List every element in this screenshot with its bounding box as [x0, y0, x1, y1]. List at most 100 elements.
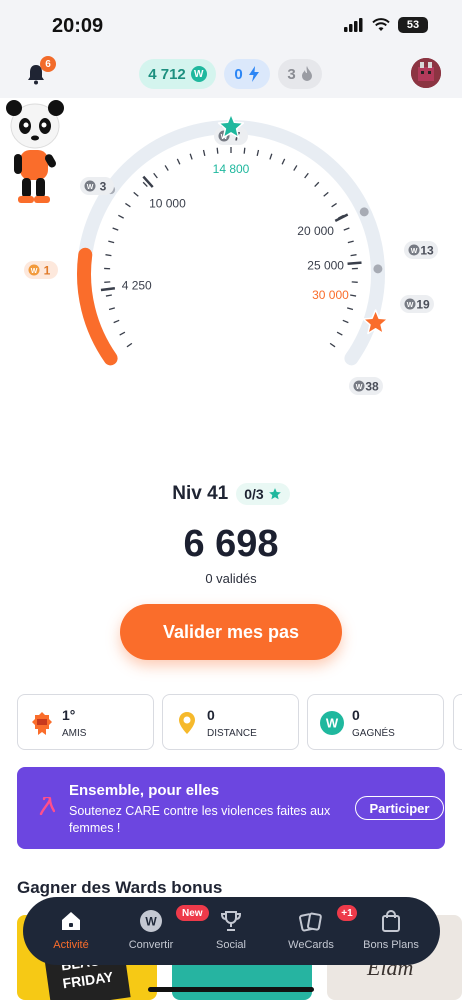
- gauge-tick: [342, 319, 349, 324]
- gauge-tick: [331, 202, 337, 208]
- wifi-icon: [372, 18, 390, 31]
- gauge-major-tick: [334, 213, 349, 222]
- gauge-tick: [336, 331, 343, 336]
- stat-card-more[interactable]: [453, 694, 462, 750]
- lightning-icon: [248, 66, 259, 82]
- avatar-icon: [411, 58, 441, 88]
- profile-avatar[interactable]: [411, 58, 441, 88]
- stat-value: 0: [352, 707, 360, 723]
- gauge-tick: [108, 307, 116, 311]
- banner-text: Soutenez CARE contre les violences faite…: [69, 804, 331, 835]
- streak-count: 3: [287, 65, 296, 83]
- gauge-goal-label: 14 800: [213, 162, 250, 176]
- gauge-tick: [176, 158, 181, 165]
- plus-one-badge: +1: [337, 905, 357, 921]
- gauge-tick: [108, 240, 115, 244]
- star-icon: [268, 488, 281, 500]
- level-stars-count: 0/3: [244, 486, 264, 502]
- cards-icon: [299, 912, 322, 932]
- gauge-reward-dot: [359, 207, 369, 217]
- participate-button[interactable]: Participer: [355, 796, 444, 820]
- flame-icon: [301, 66, 312, 81]
- nav-item-activite[interactable]: Activité: [31, 897, 111, 965]
- gauge-tick: [119, 331, 126, 336]
- stat-label: AMIS: [62, 728, 87, 739]
- stat-value: 1°: [62, 707, 76, 723]
- gauge-tick: [346, 307, 354, 311]
- wards-coin-icon: W: [190, 66, 207, 82]
- banner-title: Ensemble, pour elles: [69, 782, 220, 799]
- step-gauge: 10 000 4 250 14 800 20 000 25 000 30 000 W 1 W 3 W…: [0, 98, 462, 478]
- status-bar: 20:09 53: [0, 0, 462, 50]
- gauge-tick-label: 25 000: [307, 259, 344, 273]
- reward-value: 19: [416, 298, 430, 312]
- gauge-tick: [216, 147, 219, 154]
- gauge-tick: [118, 214, 124, 219]
- wards-coin-glyph: W: [407, 302, 414, 309]
- gauge-tick: [281, 158, 286, 165]
- ranking-badge-icon: [32, 712, 52, 735]
- reward-value: 3: [100, 180, 107, 194]
- nav-label: WeCards: [288, 939, 334, 951]
- gauge-tick: [256, 149, 260, 157]
- level-stars-badge[interactable]: 0/3: [236, 483, 290, 505]
- wards-coin-icon: W: [320, 711, 344, 735]
- gauge-tick: [164, 165, 169, 171]
- validate-steps-button[interactable]: Valider mes pas: [120, 604, 342, 660]
- notification-badge: 6: [40, 56, 56, 72]
- gauge-tick: [350, 254, 357, 257]
- wards-coin-glyph: W: [356, 384, 363, 391]
- gauge-tick: [126, 342, 133, 348]
- care-banner[interactable]: Ensemble, pour elles Soutenez CARE contr…: [17, 767, 445, 849]
- gauge-major-tick: [142, 175, 154, 188]
- energy-pill[interactable]: 0: [224, 59, 270, 89]
- level-row: Niv 41 0/3: [0, 483, 462, 505]
- home-icon: [62, 912, 80, 930]
- gauge-tick: [113, 319, 120, 324]
- wards-balance-pill[interactable]: 4 712 W: [139, 59, 216, 89]
- gauge-progress: [77, 247, 118, 366]
- stat-card-earned[interactable]: W 0 GAGNÉS: [307, 694, 444, 750]
- new-badge: New: [176, 905, 209, 921]
- stat-card-distance[interactable]: 0 DISTANCE: [162, 694, 299, 750]
- wards-coin-glyph: W: [31, 268, 38, 275]
- shopping-bag-icon: [382, 910, 400, 932]
- gauge-tick: [105, 294, 112, 297]
- nav-label: Bons Plans: [363, 939, 419, 951]
- panda-mascot-icon: [6, 100, 64, 203]
- gauge-tick-label: 20 000: [297, 224, 334, 238]
- level-label: Niv 41: [172, 483, 229, 504]
- stat-value: 0: [207, 707, 215, 723]
- gauge-major-tick: [100, 287, 116, 292]
- reward-value: 1: [44, 264, 51, 278]
- gauge-tick: [105, 254, 112, 257]
- gauge-reward-dot: [373, 264, 383, 274]
- gauge-major-tick: [347, 261, 362, 266]
- gauge-tick: [112, 227, 119, 231]
- stat-card-friends[interactable]: 1° AMIS: [17, 694, 154, 750]
- nav-label: Convertir: [128, 939, 174, 951]
- reward-value: 38: [365, 380, 379, 394]
- gauge-tick: [323, 191, 329, 197]
- stat-label: DISTANCE: [207, 728, 257, 739]
- streak-pill[interactable]: 3: [278, 59, 322, 89]
- stat-label: GAGNÉS: [352, 728, 395, 739]
- gauge-tick: [189, 153, 193, 160]
- energy-count: 0: [234, 65, 243, 83]
- gauge-tick: [347, 240, 354, 244]
- validated-steps: 0 validés: [205, 571, 257, 586]
- nav-item-bons-plans[interactable]: Bons Plans: [351, 897, 431, 965]
- gauge-tick: [343, 227, 350, 231]
- gauge-tick: [314, 181, 320, 188]
- gauge-tick: [142, 181, 148, 188]
- top-bar: 6 4 712 W 0 3: [0, 50, 462, 98]
- reward-value: 13: [420, 244, 434, 258]
- gauge-tick-label: 10 000: [149, 196, 186, 210]
- bottom-nav: Activité W Convertir Social WeCards Bons…: [23, 897, 440, 965]
- wards-coin-glyph: W: [411, 248, 418, 255]
- nav-label: Activité: [53, 939, 89, 951]
- wards-coin-glyph: W: [87, 184, 94, 191]
- gauge-tick: [243, 147, 246, 154]
- signal-icon: [344, 18, 363, 32]
- gauge-tick: [350, 294, 357, 297]
